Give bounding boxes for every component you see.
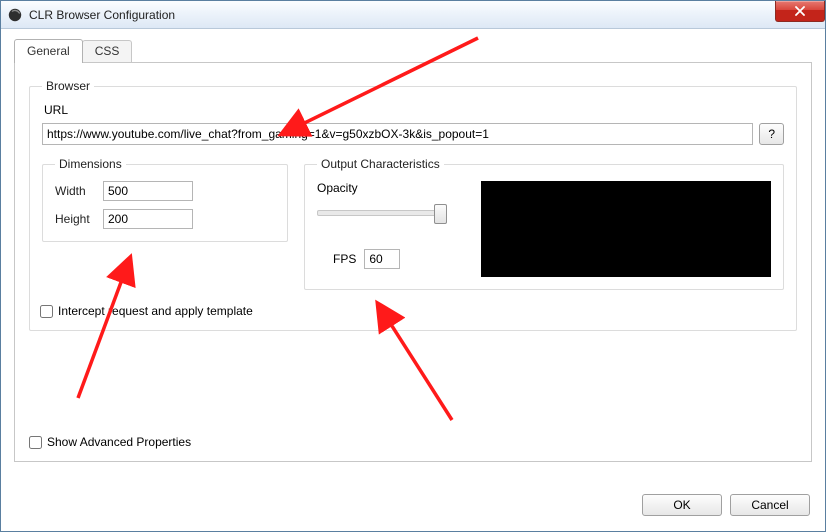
window-frame: CLR Browser Configuration General CSS Br… [0, 0, 826, 532]
tab-strip: General CSS [14, 40, 812, 62]
app-icon [7, 7, 23, 23]
close-icon [794, 6, 806, 16]
opacity-slider-thumb[interactable] [434, 204, 447, 224]
ok-button[interactable]: OK [642, 494, 722, 516]
dialog-buttons: OK Cancel [642, 494, 810, 516]
output-legend: Output Characteristics [317, 157, 444, 171]
output-preview [481, 181, 771, 277]
opacity-slider[interactable] [317, 201, 447, 225]
opacity-label: Opacity [317, 181, 467, 195]
tab-css[interactable]: CSS [82, 40, 133, 62]
client-area: General CSS Browser URL ? [2, 30, 824, 530]
output-group: Output Characteristics Opacity [304, 157, 784, 290]
url-label: URL [44, 103, 784, 117]
tab-general[interactable]: General [14, 39, 83, 63]
window-title: CLR Browser Configuration [29, 8, 819, 22]
advanced-checkbox-row[interactable]: Show Advanced Properties [29, 435, 191, 449]
fps-input[interactable] [364, 249, 400, 269]
height-input[interactable] [103, 209, 193, 229]
dimensions-legend: Dimensions [55, 157, 126, 171]
url-input[interactable] [42, 123, 753, 145]
intercept-checkbox-row[interactable]: Intercept request and apply template [40, 304, 784, 318]
intercept-label: Intercept request and apply template [58, 304, 253, 318]
width-input[interactable] [103, 181, 193, 201]
width-label: Width [55, 184, 103, 198]
title-bar: CLR Browser Configuration [1, 1, 825, 29]
opacity-slider-track [317, 210, 447, 216]
height-label: Height [55, 212, 103, 226]
close-button[interactable] [775, 1, 825, 22]
intercept-checkbox[interactable] [40, 305, 53, 318]
tab-panel-general: Browser URL ? Dimensions [14, 62, 812, 462]
cancel-button[interactable]: Cancel [730, 494, 810, 516]
fps-label: FPS [333, 252, 356, 266]
url-help-button[interactable]: ? [759, 123, 784, 145]
browser-group: Browser URL ? Dimensions [29, 79, 797, 331]
advanced-label: Show Advanced Properties [47, 435, 191, 449]
advanced-checkbox[interactable] [29, 436, 42, 449]
dimensions-group: Dimensions Width Height [42, 157, 288, 242]
browser-legend: Browser [42, 79, 94, 93]
